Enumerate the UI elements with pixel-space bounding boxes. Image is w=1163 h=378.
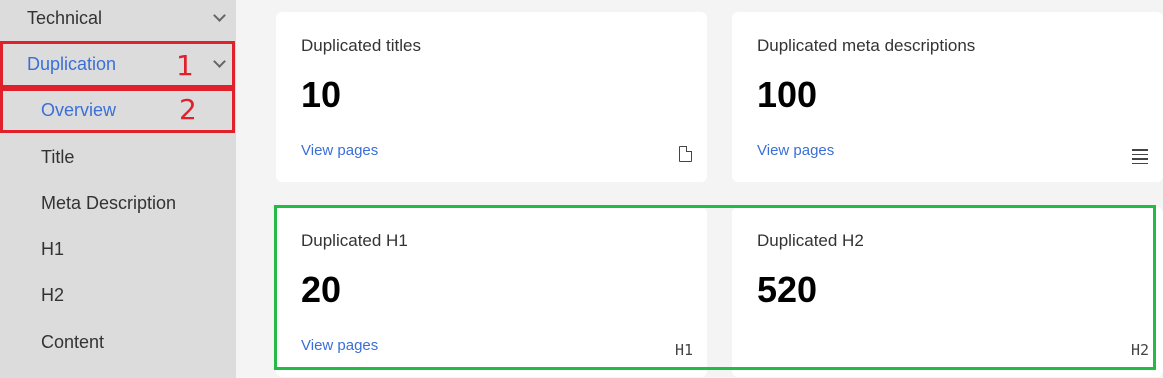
sidebar-item-technical[interactable]: Technical bbox=[0, 0, 236, 36]
document-icon bbox=[679, 146, 692, 162]
sidebar: Technical Duplication Overview Title Met… bbox=[0, 0, 236, 378]
sidebar-item-h2[interactable]: H2 bbox=[0, 273, 236, 317]
sidebar-item-label: Meta Description bbox=[41, 192, 177, 213]
annotation-box-2 bbox=[0, 88, 235, 133]
sidebar-item-label: H1 bbox=[41, 238, 65, 259]
card-value: 10 bbox=[301, 74, 342, 115]
annotation-box-1 bbox=[0, 41, 235, 88]
list-icon bbox=[1132, 149, 1148, 167]
sidebar-item-label: Title bbox=[41, 146, 75, 167]
annotation-number-1: 1 bbox=[176, 49, 194, 82]
chevron-down-icon[interactable] bbox=[213, 9, 226, 22]
sidebar-item-meta-description[interactable]: Meta Description bbox=[0, 181, 236, 225]
view-pages-link[interactable]: View pages bbox=[301, 142, 378, 159]
card-duplicated-meta-descriptions: Duplicated meta descriptions 100 View pa… bbox=[732, 12, 1163, 182]
sidebar-item-label: Technical bbox=[27, 7, 103, 28]
sidebar-item-label: Content bbox=[41, 331, 105, 352]
sidebar-item-label: H2 bbox=[41, 284, 65, 305]
view-pages-link[interactable]: View pages bbox=[757, 142, 834, 159]
card-title: Duplicated titles bbox=[301, 36, 422, 55]
sidebar-item-title[interactable]: Title bbox=[0, 135, 236, 179]
sidebar-item-content[interactable]: Content bbox=[0, 320, 236, 364]
card-duplicated-titles: Duplicated titles 10 View pages bbox=[276, 12, 707, 182]
annotation-number-2: 2 bbox=[179, 93, 197, 126]
app-root: Technical Duplication Overview Title Met… bbox=[0, 0, 1163, 378]
annotation-box-green bbox=[274, 205, 1156, 370]
card-title: Duplicated meta descriptions bbox=[757, 36, 976, 55]
sidebar-item-h1[interactable]: H1 bbox=[0, 227, 236, 271]
card-value: 100 bbox=[757, 74, 818, 115]
